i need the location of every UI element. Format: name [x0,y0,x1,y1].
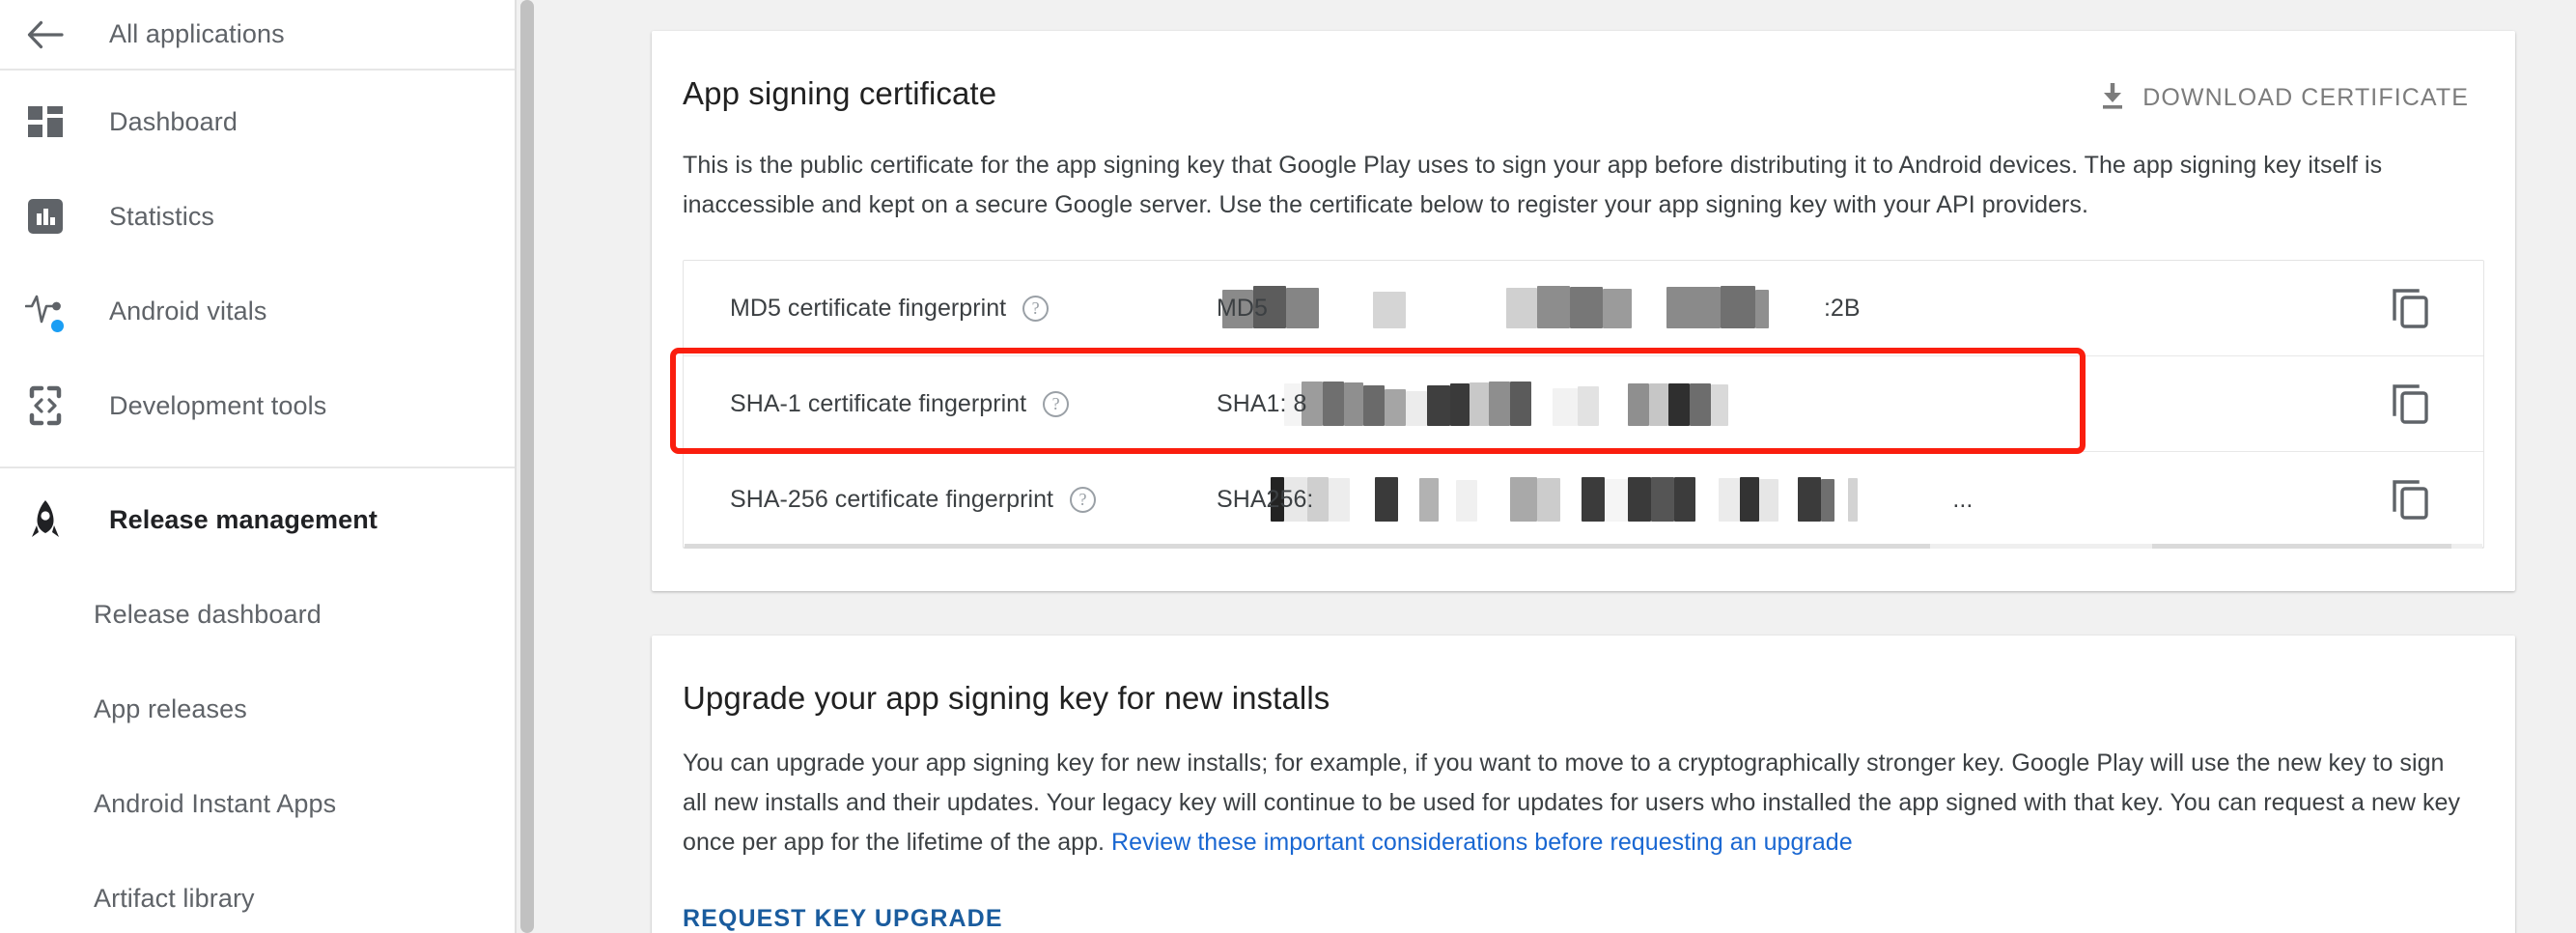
sidebar-item-release-management[interactable]: Release management [0,472,515,567]
upgrade-description: You can upgrade your app signing key for… [652,717,2515,862]
table-scrollbar-thumb-left[interactable] [685,544,1930,549]
upgrade-signing-key-card: Upgrade your app signing key for new ins… [652,636,2515,933]
page-title: App signing certificate [683,75,997,111]
card-header: App signing certificate DOWNLOAD CERTIFI… [652,31,2515,119]
copy-icon[interactable] [2338,452,2483,547]
fingerprint-label-sha1: SHA-1 certificate fingerprint ? [684,390,1166,418]
back-to-all-applications[interactable]: All applications [0,0,515,71]
fingerprint-value-sha1: SHA1: 8 [1166,356,2338,451]
table-horizontal-scrollbar[interactable] [685,544,2482,549]
upgrade-considerations-link[interactable]: Review these important considerations be… [1111,829,1853,856]
sidebar-item-label: Statistics [109,201,215,231]
fingerprint-name: SHA-256 certificate fingerprint [730,485,1054,513]
sidebar-item-artifact-library[interactable]: Artifact library [0,851,515,933]
sidebar: All applications Dashboard Statistics An… [0,0,517,933]
sidebar-subitem-label: Release dashboard [94,599,322,629]
sidebar-item-label: Android vitals [109,296,267,325]
back-label: All applications [109,19,285,48]
sidebar-subitem-label: Android Instant Apps [94,788,337,818]
card-header: Upgrade your app signing key for new ins… [652,636,2515,717]
sidebar-item-android-vitals[interactable]: Android vitals [0,264,515,358]
help-icon[interactable]: ? [1043,390,1070,417]
fingerprint-name: MD5 certificate fingerprint [730,294,1007,322]
copy-icon[interactable] [2338,261,2483,355]
table-row: MD5 certificate fingerprint ? MD5:2B [684,261,2483,356]
pulse-icon [23,289,68,333]
redaction-overlay [1166,356,2338,451]
sidebar-item-development-tools[interactable]: Development tools [0,358,515,453]
table-row: SHA-1 certificate fingerprint ? SHA1: 8 [684,356,2483,452]
fingerprint-tail: ... [1952,485,1974,513]
play-console-app-signing-page: All applications Dashboard Statistics An… [0,0,2576,933]
sidebar-item-dashboard[interactable]: Dashboard [0,74,515,169]
copy-icon[interactable] [2338,356,2483,451]
dashboard-grid-icon [23,99,68,144]
sidebar-item-label: Development tools [109,390,327,420]
primary-nav-group: Dashboard Statistics Android vitals Deve… [0,71,515,468]
sidebar-item-app-releases[interactable]: App releases [0,662,515,756]
sidebar-item-label: Dashboard [109,106,238,136]
release-management-group: Release management Release dashboard App… [0,468,515,933]
help-icon[interactable]: ? [1070,486,1097,513]
fingerprint-label-md5: MD5 certificate fingerprint ? [684,295,1166,323]
app-signing-certificate-card: App signing certificate DOWNLOAD CERTIFI… [652,31,2515,591]
sidebar-item-statistics[interactable]: Statistics [0,169,515,264]
certificate-description: This is the public certificate for the a… [683,152,2383,218]
fingerprint-label-sha256: SHA-256 certificate fingerprint ? [684,486,1166,514]
redaction-overlay [1166,452,2338,547]
request-key-upgrade-button[interactable]: REQUEST KEY UPGRADE [681,901,1005,933]
sidebar-item-label: Release management [109,504,378,534]
fingerprint-prefix: SHA1: 8 [1217,389,1307,417]
code-brackets-icon [23,383,68,428]
page-scrollbar-thumb[interactable] [520,0,534,933]
table-scrollbar-thumb-right[interactable] [2152,544,2451,549]
fingerprint-value-sha256: SHA256: ... [1166,452,2338,547]
table-row: SHA-256 certificate fingerprint ? SHA256… [684,452,2483,548]
sidebar-item-release-dashboard[interactable]: Release dashboard [0,567,515,662]
help-icon[interactable]: ? [1022,295,1050,322]
fingerprint-table: MD5 certificate fingerprint ? MD5:2B SH… [670,260,2484,549]
main-content: App signing certificate DOWNLOAD CERTIFI… [538,0,2576,933]
arrow-left-icon [23,13,68,57]
notification-dot [51,320,64,332]
page-scrollbar-track[interactable] [517,0,538,933]
fingerprint-name: SHA-1 certificate fingerprint [730,389,1027,417]
sidebar-subitem-label: App releases [94,693,247,723]
upgrade-card-title: Upgrade your app signing key for new ins… [683,680,1330,716]
fingerprint-prefix: MD5 [1217,294,1268,322]
sidebar-subitem-label: Artifact library [94,883,255,913]
fingerprint-tail: :2B [1823,294,1861,322]
download-certificate-label: DOWNLOAD CERTIFICATE [2142,84,2469,111]
fingerprint-prefix: SHA256: [1217,485,1314,513]
sidebar-item-android-instant-apps[interactable]: Android Instant Apps [0,756,515,851]
bar-chart-icon [23,194,68,239]
redaction-overlay [1166,261,2338,355]
fingerprint-value-md5: MD5:2B [1166,261,2338,355]
download-icon [2098,81,2127,115]
download-certificate-button[interactable]: DOWNLOAD CERTIFICATE [2096,77,2471,119]
rocket-icon [23,497,68,542]
